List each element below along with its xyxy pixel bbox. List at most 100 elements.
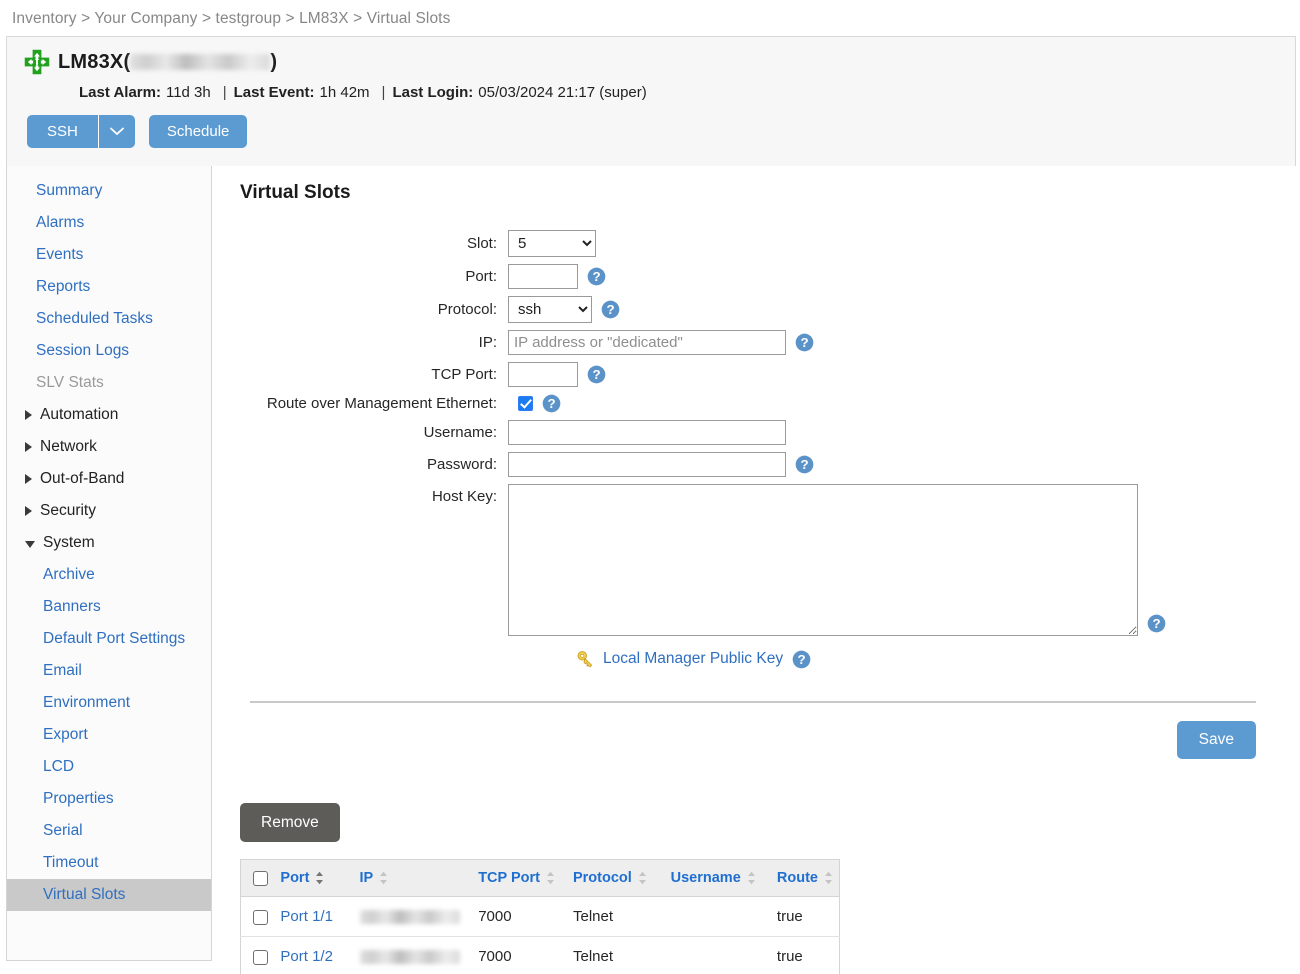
sidebar-item-summary[interactable]: Summary [7,175,211,207]
form-row-tcp-port: TCP Port: ? [240,362,1300,387]
th-route[interactable]: Route [771,860,840,897]
th-username[interactable]: Username [665,860,771,897]
sidebar-item-timeout[interactable]: Timeout [7,847,211,879]
sidebar-group-network[interactable]: Network [7,431,211,463]
main-content: Virtual Slots Slot: 5 Port: ? [212,166,1300,974]
host-key-textarea[interactable] [508,484,1138,636]
sidebar-item-scheduled-tasks[interactable]: Scheduled Tasks [7,303,211,335]
ssh-dropdown-button[interactable] [98,115,135,148]
cell-port: Port 1/1 [274,897,353,937]
breadcrumb-item-3[interactable]: LM83X [299,10,349,27]
help-circle-icon[interactable]: ? [587,365,606,384]
sidebar-item-default-port-settings[interactable]: Default Port Settings [7,623,211,655]
breadcrumb-item-2[interactable]: testgroup [216,10,282,27]
sidebar: Summary Alarms Events Reports Scheduled … [6,166,212,961]
sidebar-item-properties[interactable]: Properties [7,783,211,815]
sort-arrows-icon [315,871,324,885]
cell-tcp-port: 7000 [472,937,567,974]
sort-arrows-icon [546,871,555,885]
help-circle-icon[interactable]: ? [795,455,814,474]
cell-username [665,897,771,937]
sidebar-item-serial[interactable]: Serial [7,815,211,847]
schedule-button[interactable]: Schedule [149,115,248,148]
sidebar-group-label: Out-of-Band [40,469,124,489]
local-manager-public-key-link[interactable]: Local Manager Public Key [603,650,783,668]
cell-route: true [771,897,840,937]
sidebar-item-banners[interactable]: Banners [7,591,211,623]
sidebar-item-virtual-slots[interactable]: Virtual Slots [7,879,211,911]
th-tcp-port[interactable]: TCP Port [472,860,567,897]
host-key-label: Host Key: [240,484,508,505]
breadcrumb-item-4[interactable]: Virtual Slots [367,10,451,27]
cell-ip [354,897,473,937]
ssh-split-button: SSH [27,115,135,148]
sidebar-item-email[interactable]: Email [7,655,211,687]
help-circle-icon[interactable]: ? [1147,614,1166,633]
cell-port: Port 1/2 [274,937,353,974]
help-circle-icon[interactable]: ? [601,300,620,319]
port-input[interactable] [508,264,578,289]
sidebar-item-events[interactable]: Events [7,239,211,271]
th-tcp-port-label: TCP Port [478,870,540,886]
help-circle-icon[interactable]: ? [792,650,811,669]
row-select-cell[interactable] [241,897,275,937]
svg-text:?: ? [798,652,806,667]
th-ip[interactable]: IP [354,860,473,897]
meta-sep-1: | [216,84,234,101]
sidebar-item-alarms[interactable]: Alarms [7,207,211,239]
tcp-port-input[interactable] [508,362,578,387]
remove-row: Remove [240,803,1300,843]
row-select-cell[interactable] [241,937,275,974]
port-link[interactable]: Port 1/1 [280,908,333,925]
sidebar-item-reports[interactable]: Reports [7,271,211,303]
port-link[interactable]: Port 1/2 [280,948,333,965]
row-checkbox[interactable] [253,910,268,925]
cell-route: true [771,937,840,974]
cell-ip [354,937,473,974]
cell-tcp-port: 7000 [472,897,567,937]
sidebar-group-automation[interactable]: Automation [7,399,211,431]
th-select-all[interactable] [241,860,275,897]
device-meta: Last Alarm:11d 3h|Last Event:1h 42m|Last… [7,84,1295,101]
svg-text:?: ? [592,269,600,284]
breadcrumb-item-1[interactable]: Your Company [94,10,197,27]
row-checkbox[interactable] [253,950,268,965]
last-event-label: Last Event: [234,84,315,101]
username-input[interactable] [508,420,786,445]
protocol-label: Protocol: [240,301,508,318]
th-port[interactable]: Port [274,860,353,897]
protocol-select[interactable]: ssh [508,296,592,323]
sidebar-item-export[interactable]: Export [7,719,211,751]
save-button[interactable]: Save [1177,721,1256,759]
sidebar-group-label: Automation [40,405,118,425]
sidebar-item-lcd[interactable]: LCD [7,751,211,783]
route-over-mgmt-checkbox[interactable] [518,396,533,411]
help-circle-icon[interactable]: ? [542,394,561,413]
sidebar-item-archive[interactable]: Archive [7,559,211,591]
th-username-label: Username [671,870,741,886]
form-row-protocol: Protocol: ssh ? [240,296,1300,323]
help-circle-icon[interactable]: ? [587,267,606,286]
ip-input[interactable] [508,330,786,355]
sidebar-group-system[interactable]: System [7,527,211,559]
sidebar-group-security[interactable]: Security [7,495,211,527]
remove-button[interactable]: Remove [240,803,340,843]
chevron-down-icon [110,127,124,136]
breadcrumb-item-0[interactable]: Inventory [12,10,77,27]
sort-arrows-icon [638,871,647,885]
device-name: LM83X() [58,51,277,74]
ssh-button[interactable]: SSH [27,115,98,148]
meta-sep-2: | [375,84,393,101]
help-circle-icon[interactable]: ? [795,333,814,352]
svg-text:?: ? [1152,616,1160,631]
last-event-value: 1h 42m [315,84,375,101]
sidebar-item-session-logs[interactable]: Session Logs [7,335,211,367]
slot-select[interactable]: 5 [508,230,596,257]
slot-label: Slot: [240,235,508,252]
device-title-row: LM83X() [7,47,1295,77]
select-all-checkbox[interactable] [253,871,268,886]
password-input[interactable] [508,452,786,477]
th-protocol[interactable]: Protocol [567,860,665,897]
sidebar-group-out-of-band[interactable]: Out-of-Band [7,463,211,495]
sidebar-item-environment[interactable]: Environment [7,687,211,719]
